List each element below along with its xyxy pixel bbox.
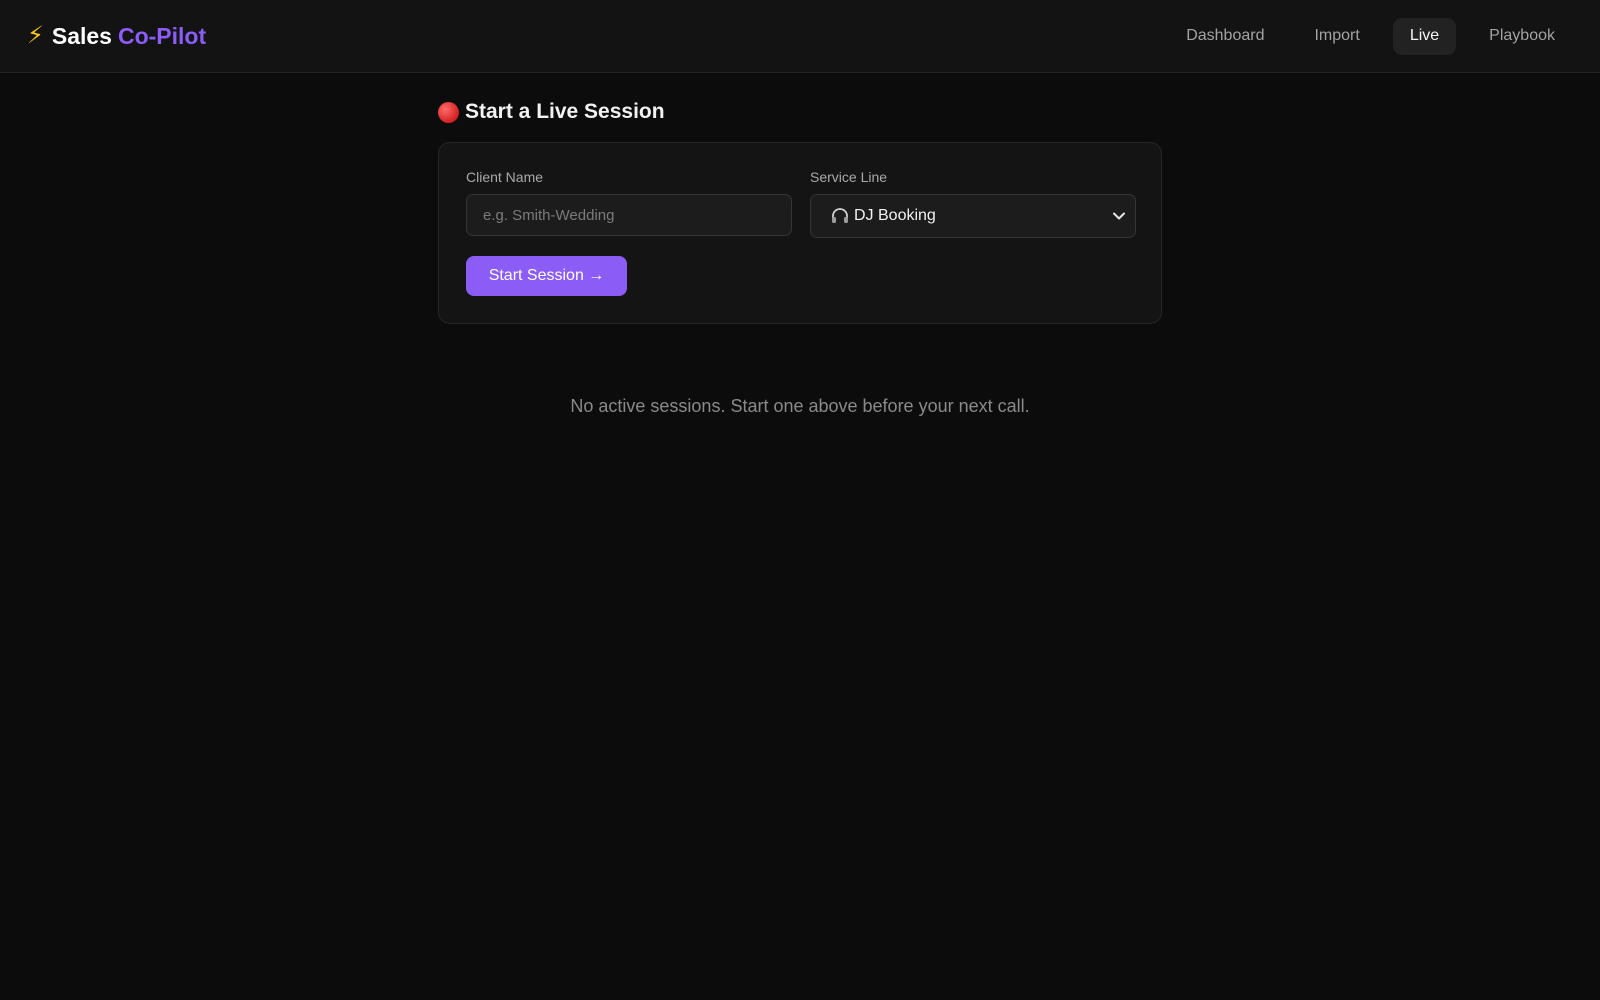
brand-accent: Co-Pilot bbox=[117, 22, 207, 49]
top-bar: ⚡ Sales Co-Pilot Dashboard Import Live P… bbox=[0, 0, 1600, 73]
empty-state-message: No active sessions. Start one above befo… bbox=[570, 396, 1030, 416]
chevron-down-icon bbox=[1113, 212, 1125, 220]
nav-playbook[interactable]: Playbook bbox=[1472, 18, 1572, 55]
headphones-icon bbox=[832, 208, 848, 223]
main-nav: Dashboard Import Live Playbook bbox=[1155, 17, 1572, 55]
service-line-label: Service Line bbox=[810, 169, 888, 185]
bolt-icon: ⚡ bbox=[27, 22, 44, 49]
client-name-field: Client Name bbox=[466, 169, 792, 238]
service-line-value: DJ Booking bbox=[854, 207, 936, 224]
service-line-field: Service Line DJ Booking bbox=[810, 169, 1136, 238]
nav-live[interactable]: Live bbox=[1392, 17, 1457, 55]
brand-primary: Sales bbox=[51, 22, 112, 49]
service-line-select[interactable]: DJ Booking bbox=[810, 194, 1136, 238]
client-name-label: Client Name bbox=[466, 169, 544, 185]
page-title: Start a Live Session bbox=[438, 97, 1162, 127]
page-title-text: Start a Live Session bbox=[465, 100, 665, 123]
brand-logo[interactable]: ⚡ Sales Co-Pilot bbox=[27, 23, 206, 50]
main-content: Start a Live Session Client Name Service… bbox=[438, 97, 1162, 324]
nav-dashboard[interactable]: Dashboard bbox=[1169, 18, 1281, 55]
client-name-input[interactable] bbox=[466, 194, 792, 236]
session-form-card: Client Name Service Line DJ Booking bbox=[438, 142, 1162, 324]
nav-import[interactable]: Import bbox=[1297, 18, 1376, 55]
rec-dot-icon bbox=[438, 101, 459, 123]
start-session-button[interactable]: Start Session → bbox=[466, 256, 627, 296]
